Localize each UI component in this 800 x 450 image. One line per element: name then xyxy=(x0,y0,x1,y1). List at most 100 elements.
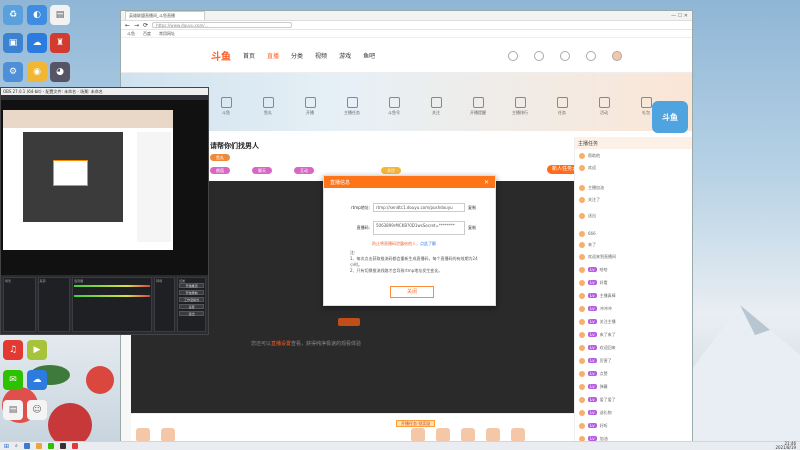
video-icon[interactable]: ▶ xyxy=(27,340,47,360)
rtmp-address-field[interactable]: rtmp://sendtc1.douyu.com/pushdouyu xyxy=(373,203,465,212)
gift-icon[interactable] xyxy=(461,428,475,441)
tool-icon xyxy=(472,97,484,108)
avatar-icon[interactable]: ◕ xyxy=(50,62,70,82)
taskbar-app-icon[interactable] xyxy=(71,443,78,449)
stream-code-row: 直播码: 5063899rMCKB?0D1wsSecret=******** 复… xyxy=(344,221,476,235)
refresh-icon[interactable]: ⟳ xyxy=(143,22,148,29)
tool-item[interactable]: 开播 xyxy=(295,97,325,116)
header-actions xyxy=(508,50,622,61)
forward-icon[interactable]: → xyxy=(134,22,139,29)
tool-item[interactable]: 任务 xyxy=(547,97,577,116)
tag-pill[interactable]: 颜值 xyxy=(210,167,230,174)
taskbar-app-icon[interactable] xyxy=(23,443,30,449)
settings-link[interactable]: 直播设置 xyxy=(271,341,291,347)
computer-icon[interactable]: ▣ xyxy=(3,33,23,53)
tag-pill[interactable]: 鱼丸 xyxy=(210,154,230,161)
fan-badge: Lv xyxy=(588,319,597,324)
player-chip[interactable] xyxy=(338,318,360,326)
gift-icon[interactable] xyxy=(136,428,150,441)
taskbar-app-icon[interactable] xyxy=(59,443,66,449)
wechat-icon[interactable]: ✉ xyxy=(3,370,23,390)
copy-rtmp-button[interactable]: 复制 xyxy=(468,205,476,211)
obs-mixer-panel[interactable]: 混音器 xyxy=(72,277,153,332)
document-icon[interactable]: ▤ xyxy=(50,5,70,25)
chat-message: 关注了 xyxy=(579,195,688,204)
obs-transitions-panel[interactable]: 转场 xyxy=(154,277,176,332)
bookmark-item[interactable]: 常用网址 xyxy=(159,31,175,37)
user-avatar-icon[interactable] xyxy=(612,50,622,61)
system-clock[interactable]: 21:46 2021/8/19 xyxy=(775,442,796,450)
chat-message: Lv 哈哈 xyxy=(579,265,688,274)
exit-button[interactable]: 退出 xyxy=(179,311,205,316)
nav-home[interactable]: 首页 xyxy=(243,51,255,60)
back-icon[interactable]: ← xyxy=(125,22,130,29)
gift-icon[interactable] xyxy=(161,428,175,441)
copy-code-button[interactable]: 复制 xyxy=(468,225,476,231)
qq-icon[interactable]: ◐ xyxy=(27,5,47,25)
tag-pill[interactable]: 互动 xyxy=(294,167,314,174)
fan-badge: Lv xyxy=(588,410,597,415)
nav-live[interactable]: 直播 xyxy=(267,51,279,60)
tool-icon xyxy=(346,97,358,108)
chat-panel: 主播任务 斗鱼 帮助他 欢迎 主播加油 关注了 送出 666 来了 欢迎来到直播… xyxy=(574,101,692,441)
recycle-bin-icon[interactable]: ♻ xyxy=(3,5,23,25)
bookmark-item[interactable]: 百度 xyxy=(143,31,151,37)
gift-icon[interactable] xyxy=(436,428,450,441)
start-recording-button[interactable]: 开始录制 xyxy=(179,290,205,295)
stream-info-dialog: 直播信息 ✕ rtmp地址: rtmp://sendtc1.douyu.com/… xyxy=(323,175,496,306)
tool-item[interactable]: 主播排行 xyxy=(505,97,535,116)
tool-item[interactable]: 斗鱼 xyxy=(211,97,241,116)
tool-icon xyxy=(598,97,610,108)
window-controls[interactable]: — ☐ ✕ xyxy=(671,13,688,19)
search-icon[interactable]: ⌕ xyxy=(15,443,18,449)
chat-message: 主播加油 xyxy=(579,183,688,192)
stream-code-field[interactable]: 5063899rMCKB?0D1wsSecret=******** xyxy=(373,221,465,235)
file-icon[interactable]: ▤ xyxy=(3,400,23,420)
close-button[interactable]: 关闭 xyxy=(390,286,434,298)
taskbar-app-icon[interactable] xyxy=(35,443,42,449)
download-icon[interactable] xyxy=(560,50,570,61)
mascot-badge: 斗鱼 xyxy=(652,101,688,133)
tool-item[interactable]: 开播提醒 xyxy=(463,97,493,116)
obs-sources-panel[interactable]: 来源 xyxy=(37,277,71,332)
learn-more-link[interactable]: 点此了解 xyxy=(420,241,436,246)
taskbar-app-icon[interactable] xyxy=(47,443,54,449)
tool-item[interactable]: 活动 xyxy=(589,97,619,116)
cloud-icon[interactable]: ☁ xyxy=(27,33,47,53)
tag-pill[interactable]: 聊天 xyxy=(252,167,272,174)
gift-icon[interactable] xyxy=(411,428,425,441)
bookmark-item[interactable]: 斗鱼 xyxy=(127,31,135,37)
chat-message: Lv 送礼物 xyxy=(579,408,688,417)
cloud-sync-icon[interactable]: ☁ xyxy=(27,370,47,390)
start-icon[interactable]: ⊞ xyxy=(4,443,9,450)
nav-game[interactable]: 游戏 xyxy=(339,51,351,60)
promo-banner[interactable]: 开播任务·领奖励 xyxy=(396,420,436,427)
settings-button[interactable]: 设置 xyxy=(179,304,205,309)
tool-item[interactable]: 斗鱼号 xyxy=(379,97,409,116)
history-icon[interactable] xyxy=(508,50,518,61)
gift-icon[interactable] xyxy=(511,428,525,441)
nav-video[interactable]: 视频 xyxy=(315,51,327,60)
tool-item[interactable]: 关注 xyxy=(421,97,451,116)
tool-item[interactable]: 鱼丸 xyxy=(253,97,283,116)
studio-mode-button[interactable]: 工作室模式 xyxy=(179,297,205,302)
close-icon[interactable]: ✕ xyxy=(484,179,489,186)
follow-icon[interactable] xyxy=(534,50,544,61)
obs-preview[interactable] xyxy=(1,100,208,275)
game-icon[interactable]: ♜ xyxy=(50,33,70,53)
obs-scenes-panel[interactable]: 场景 xyxy=(3,277,36,332)
url-input[interactable]: https://www.douyu.com/... xyxy=(152,22,293,28)
browser-tab[interactable]: 英雄联盟直播间_斗鱼直播 xyxy=(125,11,205,20)
message-icon[interactable] xyxy=(586,50,596,61)
tool-item[interactable]: 主播任务 xyxy=(337,97,367,116)
start-streaming-button[interactable]: 开始推流 xyxy=(179,283,205,288)
nav-category[interactable]: 分类 xyxy=(291,51,303,60)
site-logo[interactable]: 斗鱼 xyxy=(211,48,231,63)
owl-icon[interactable]: ◉ xyxy=(27,62,47,82)
tag-pill[interactable]: 关注 xyxy=(381,167,401,174)
chat-app-icon[interactable]: ☺ xyxy=(27,400,47,420)
gift-icon[interactable] xyxy=(486,428,500,441)
nav-yuba[interactable]: 鱼吧 xyxy=(363,51,375,60)
settings-icon[interactable]: ⚙ xyxy=(3,62,23,82)
netease-music-icon[interactable]: ♫ xyxy=(3,340,23,360)
